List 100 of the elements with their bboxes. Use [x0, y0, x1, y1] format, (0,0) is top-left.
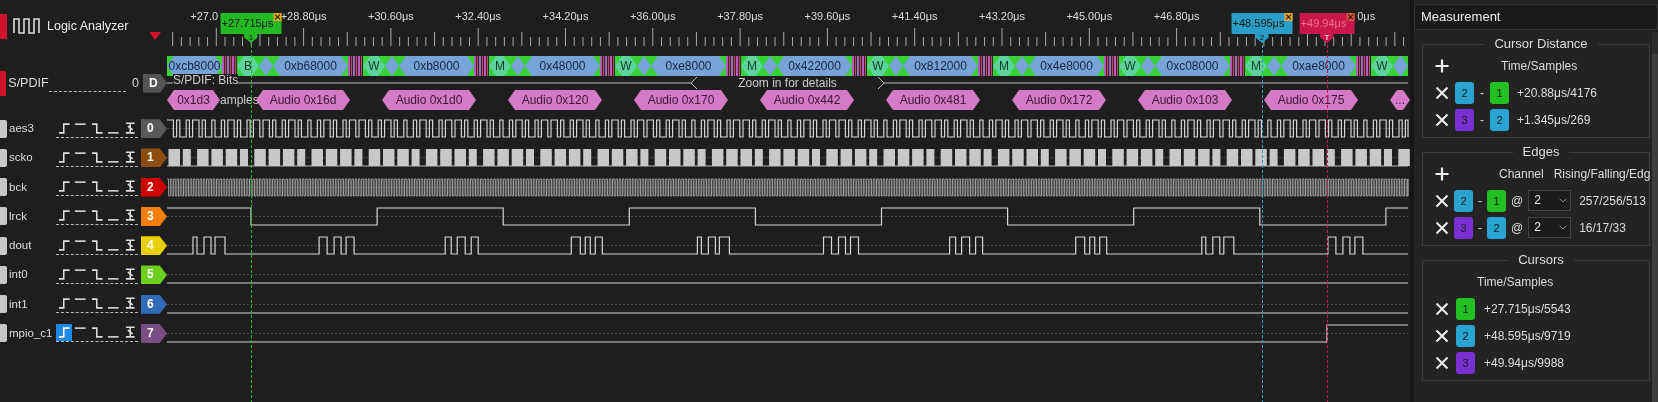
row-handle[interactable] — [0, 207, 7, 226]
data-segment: 0xc08000 — [1155, 56, 1230, 76]
sample-segment: Audio 0x481 — [886, 90, 980, 110]
column-header: Time/Samples — [1477, 273, 1554, 291]
data-segment: 0x4e8000 — [1029, 56, 1104, 76]
bits-drawing — [1356, 56, 1371, 76]
cursor-handle[interactable]: 2 — [1255, 34, 1269, 43]
marker-segment: M — [993, 56, 1015, 76]
delete-icon[interactable] — [1435, 112, 1449, 127]
bits-drawing — [1230, 56, 1245, 76]
bits-drawing — [348, 56, 363, 76]
row-handle[interactable] — [0, 265, 7, 284]
tick-label: +43.20μs — [979, 9, 1025, 24]
data-segment — [1141, 56, 1155, 76]
add-icon[interactable] — [1435, 58, 1449, 73]
delete-icon[interactable] — [1435, 220, 1449, 235]
row-handle[interactable] — [0, 295, 7, 314]
marker-segment: W — [1119, 56, 1141, 76]
row-handle[interactable] — [0, 70, 7, 96]
data-segment: 0xb8000 — [399, 56, 474, 76]
bits-drawing — [978, 56, 993, 76]
bits-drawing — [1104, 56, 1119, 76]
cursor-badge: 1 — [1456, 297, 1475, 320]
cursor-badge: 3 — [1455, 108, 1474, 131]
scrollbar[interactable] — [1652, 32, 1658, 402]
app-title: Logic Analyzer — [47, 17, 129, 35]
channel-name: int0 — [9, 267, 28, 283]
row-label: amples — [220, 92, 256, 109]
row-label: S/PDIF: Bits — [173, 74, 239, 86]
rising-edge-icon[interactable] — [55, 324, 72, 342]
operator-text: - — [1480, 84, 1484, 102]
sample-segment: 0x1d3 — [167, 90, 220, 110]
cursor-flag[interactable]: +27.715μs — [220, 13, 282, 34]
sample-segment: Audio 0x172 — [1012, 90, 1106, 110]
cursor-handle[interactable]: T — [1320, 34, 1334, 43]
row-handle[interactable] — [0, 324, 7, 343]
tick-label: +41.40μs — [891, 9, 938, 24]
channel-name: aes3 — [9, 121, 34, 136]
sample-segment: Audio 0x170 — [634, 90, 728, 110]
cursor-badge: 3 — [1454, 216, 1473, 239]
cursor-badge: 1 — [1487, 189, 1506, 212]
decoder-index: 0 — [132, 74, 139, 92]
sample-segment: Audio 0x442 — [760, 90, 854, 110]
channel-select[interactable]: 2 — [1528, 190, 1572, 211]
operator-text: - — [1478, 192, 1482, 210]
cursor-time: +27.715μs/5543 — [1484, 300, 1571, 318]
close-icon[interactable] — [273, 13, 282, 21]
marker-segment: W — [363, 56, 385, 76]
delete-icon[interactable] — [1435, 355, 1449, 370]
tick-label: +34.20μs — [542, 9, 589, 24]
channel-badge: 5 — [141, 265, 167, 285]
delete-icon[interactable] — [1435, 85, 1449, 100]
delete-icon[interactable] — [1435, 328, 1449, 343]
marker-segment: M — [1245, 56, 1267, 76]
channel-badge: 6 — [141, 294, 167, 314]
bits-drawing — [600, 56, 615, 76]
channel-name: mpio_c1 — [9, 325, 53, 341]
tick-label: +45.00μs — [1066, 9, 1113, 24]
row-handle[interactable] — [0, 236, 7, 255]
row-handle[interactable] — [0, 119, 7, 138]
cursor-badge: 2 — [1455, 81, 1474, 104]
marker-segment: M — [489, 56, 511, 76]
edge-count: 257/256/513 — [1579, 192, 1646, 210]
close-icon[interactable] — [1284, 13, 1293, 21]
cursor-label: +48.595μs — [1231, 16, 1285, 31]
data-segment: 0x422000 — [777, 56, 852, 76]
channel-badge: 0 — [141, 119, 167, 139]
at-text: @ — [1511, 219, 1524, 237]
cursor-handle[interactable]: 1 — [244, 34, 258, 43]
channel-badge: 2 — [141, 177, 167, 197]
row-handle[interactable] — [0, 178, 7, 197]
marker-segment: W — [867, 56, 889, 76]
tick-label: 0μs — [1357, 9, 1376, 24]
close-icon[interactable] — [1346, 13, 1355, 21]
channel-select[interactable]: 2 — [1528, 217, 1572, 238]
data-segment: 0x48000 — [525, 56, 600, 76]
distance-value: +1.345μs/269 — [1517, 111, 1591, 129]
row-handle[interactable] — [0, 148, 7, 167]
channel-badge: 4 — [141, 236, 167, 256]
cursor-flag[interactable]: +48.595μs — [1231, 13, 1293, 34]
tick-label: +46.80μs — [1153, 9, 1200, 24]
channel-name: bck — [9, 179, 27, 195]
operator-text: - — [1478, 219, 1482, 237]
add-icon[interactable] — [1435, 166, 1449, 181]
sample-segment: Audio 0x103 — [1138, 90, 1232, 110]
tick-label: +36.00μs — [629, 9, 676, 24]
data-segment — [1393, 56, 1408, 76]
caret-icon — [1559, 225, 1568, 230]
group-title: Cursor Distance — [1493, 36, 1589, 52]
data-segment: 0xae8000 — [1281, 56, 1356, 76]
cursor-badge: 1 — [1490, 81, 1509, 104]
marker-segment: W — [1371, 56, 1393, 76]
hint-text: Zoom in for details — [737, 76, 838, 90]
data-segment — [1015, 56, 1029, 76]
data-segment: 0xe8000 — [651, 56, 726, 76]
delete-icon[interactable] — [1435, 193, 1449, 208]
delete-icon[interactable] — [1435, 301, 1449, 316]
bits-drawing — [474, 56, 489, 76]
column-header: Channel — [1499, 165, 1544, 183]
data-segment — [763, 56, 777, 76]
